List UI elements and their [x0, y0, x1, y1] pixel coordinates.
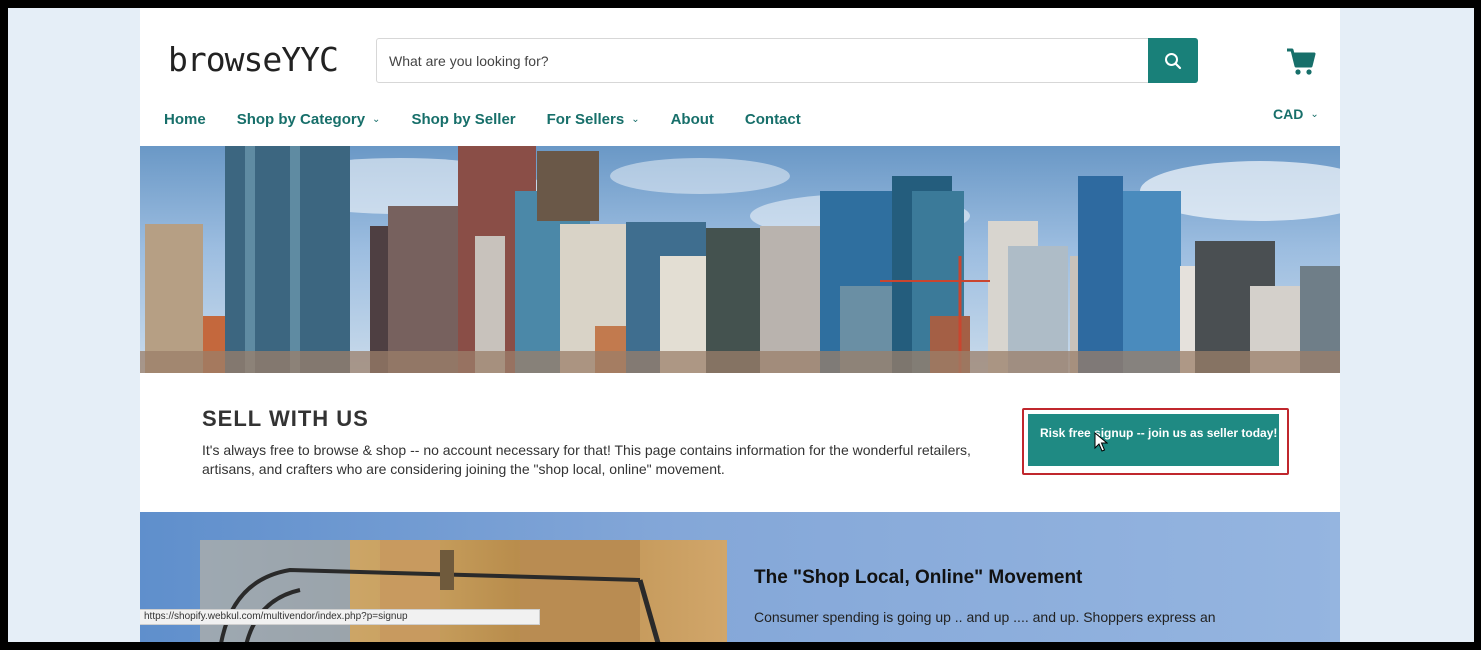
- hero-banner-image: [140, 146, 1340, 373]
- nav-contact-label: Contact: [744, 110, 801, 128]
- movement-heading: The "Shop Local, Online" Movement: [754, 567, 1083, 588]
- cart-button[interactable]: [1286, 48, 1316, 76]
- nav-shop-by-category[interactable]: Shop by Category ⌄: [237, 111, 381, 128]
- storefront-photo: [200, 540, 727, 642]
- nav-for-sellers-label: For Sellers: [546, 110, 625, 128]
- chevron-down-icon: ⌄: [631, 113, 640, 125]
- nav-about[interactable]: About: [671, 111, 714, 128]
- mouse-pointer-icon: [1094, 432, 1108, 452]
- nav-shop-by-seller[interactable]: Shop by Seller: [411, 111, 515, 128]
- nav-contact[interactable]: Contact: [745, 111, 801, 128]
- currency-label: CAD: [1273, 106, 1304, 122]
- nav-shop-by-category-label: Shop by Category: [236, 110, 366, 128]
- search-input[interactable]: [377, 39, 1149, 82]
- main-nav: Home Shop by Category ⌄ Shop by Seller F…: [164, 108, 832, 130]
- seller-signup-button[interactable]: Risk free signup -- join us as seller to…: [1028, 414, 1279, 466]
- search-icon: [1165, 52, 1182, 69]
- chevron-down-icon: ⌄: [372, 113, 381, 125]
- web-page: browseYYC Home Shop by C: [140, 8, 1340, 642]
- city-skyline-illustration: [140, 146, 1340, 373]
- movement-text: Consumer spending is going up .. and up …: [754, 609, 1216, 625]
- chevron-down-icon: ⌄: [1310, 108, 1319, 120]
- sell-with-us-description: It's always free to browse & shop -- no …: [202, 442, 971, 477]
- nav-shop-by-seller-label: Shop by Seller: [411, 110, 516, 128]
- search-bar: [376, 38, 1198, 83]
- nav-about-label: About: [670, 110, 714, 128]
- status-bar-url: https://shopify.webkul.com/multivendor/i…: [140, 609, 540, 625]
- sell-with-us-heading: SELL WITH US: [202, 406, 369, 431]
- currency-selector[interactable]: CAD ⌄: [1273, 106, 1319, 122]
- nav-home[interactable]: Home: [164, 111, 206, 128]
- nav-for-sellers[interactable]: For Sellers ⌄: [547, 111, 640, 128]
- nav-home-label: Home: [164, 110, 206, 128]
- site-logo[interactable]: browseYYC: [168, 40, 339, 79]
- search-button[interactable]: [1148, 38, 1198, 83]
- cart-icon: [1287, 48, 1316, 75]
- storefront-illustration: [200, 540, 661, 642]
- browser-viewport: browseYYC Home Shop by C: [8, 8, 1474, 642]
